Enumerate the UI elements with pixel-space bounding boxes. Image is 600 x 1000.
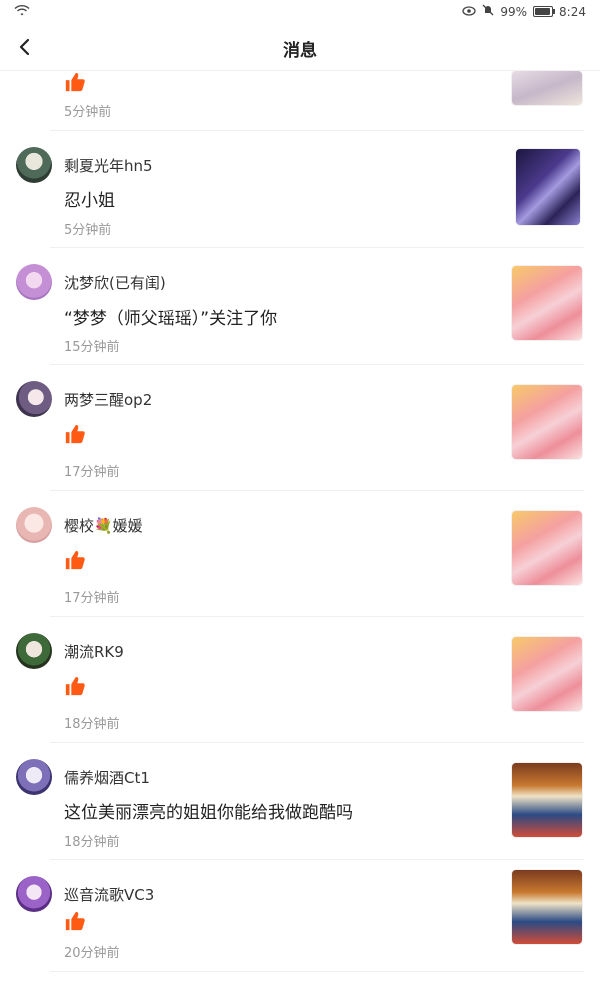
time-label: 5分钟前 xyxy=(64,105,112,120)
header: 消息 xyxy=(0,24,600,71)
status-bar: 99% 8:24 xyxy=(0,0,600,24)
battery-percent: 99% xyxy=(500,4,528,19)
list-item[interactable]: 儒养烟酒Ct1 这位美丽漂亮的姐姐你能给我做跑酷吗 18分钟前 xyxy=(0,743,600,860)
avatar[interactable] xyxy=(16,759,52,795)
list-item[interactable]: 5分钟前 xyxy=(0,71,600,131)
eye-icon xyxy=(462,5,477,19)
user-name[interactable]: 潮流RK9 xyxy=(64,641,124,662)
user-name[interactable]: 两梦三醒op2 xyxy=(64,389,152,410)
list-item[interactable]: 潮流RK9 18分钟前 xyxy=(0,617,600,743)
user-name[interactable]: 沈梦欣(已有闺) xyxy=(64,272,166,293)
avatar[interactable] xyxy=(16,381,52,417)
list-item[interactable]: 两梦三醒op2 17分钟前 xyxy=(0,365,600,491)
post-thumbnail[interactable] xyxy=(512,637,582,711)
avatar[interactable] xyxy=(16,507,52,543)
post-thumbnail[interactable] xyxy=(512,511,582,585)
comment-text: 这位美丽漂亮的姐姐你能给我做跑酷吗 xyxy=(64,803,353,823)
post-thumbnail[interactable] xyxy=(512,71,582,105)
avatar[interactable] xyxy=(16,147,52,183)
avatar[interactable] xyxy=(16,633,52,669)
time-label: 17分钟前 xyxy=(64,591,120,606)
thumbs-up-icon xyxy=(64,549,86,571)
thumbs-up-icon xyxy=(64,675,86,697)
clock: 8:24 xyxy=(559,4,586,19)
post-thumbnail[interactable] xyxy=(512,870,582,944)
comment-text: 忍小姐 xyxy=(64,191,115,211)
post-thumbnail[interactable] xyxy=(512,266,582,340)
list-item[interactable]: 巡音流歌VC3 20分钟前 xyxy=(0,860,600,986)
user-name[interactable]: 儒养烟酒Ct1 xyxy=(64,767,150,788)
post-thumbnail[interactable] xyxy=(512,385,582,459)
list-item[interactable]: 剩夏光年hn5 忍小姐 5分钟前 xyxy=(0,131,600,248)
message-list[interactable]: 5分钟前 剩夏光年hn5 忍小姐 5分钟前 沈梦欣(已有闺) “梦梦（师父瑶瑶）… xyxy=(0,71,600,986)
list-item[interactable]: 沈梦欣(已有闺) “梦梦（师父瑶瑶）”关注了你 15分钟前 xyxy=(0,248,600,365)
avatar[interactable] xyxy=(16,264,52,300)
time-label: 15分钟前 xyxy=(64,340,120,355)
mute-icon xyxy=(482,4,494,19)
battery-icon xyxy=(533,6,556,17)
list-item[interactable]: 樱校💐媛媛 17分钟前 xyxy=(0,491,600,617)
time-label: 20分钟前 xyxy=(64,946,120,961)
thumbs-up-icon xyxy=(64,71,86,93)
thumbs-up-icon xyxy=(64,910,86,932)
time-label: 5分钟前 xyxy=(64,223,112,238)
comment-text: “梦梦（师父瑶瑶）”关注了你 xyxy=(64,309,278,329)
user-name[interactable]: 剩夏光年hn5 xyxy=(64,155,153,176)
time-label: 17分钟前 xyxy=(64,465,120,480)
time-label: 18分钟前 xyxy=(64,835,120,850)
time-label: 18分钟前 xyxy=(64,717,120,732)
avatar[interactable] xyxy=(16,876,52,912)
page-title: 消息 xyxy=(283,41,317,61)
thumbs-up-icon xyxy=(64,423,86,445)
divider xyxy=(50,971,584,972)
post-thumbnail[interactable] xyxy=(512,763,582,837)
user-name[interactable]: 樱校💐媛媛 xyxy=(64,515,143,536)
user-name[interactable]: 巡音流歌VC3 xyxy=(64,884,154,905)
wifi-icon xyxy=(14,4,30,19)
post-thumbnail[interactable] xyxy=(516,149,580,225)
